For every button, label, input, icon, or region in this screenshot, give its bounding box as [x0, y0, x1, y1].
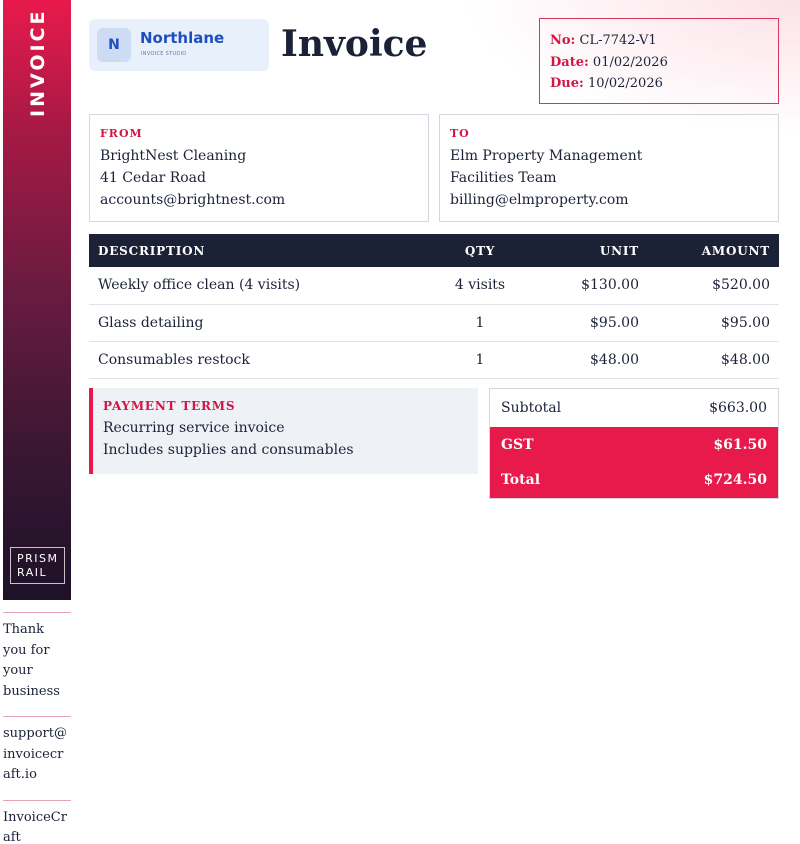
payment-terms: PAYMENT TERMS Recurring service invoice … — [89, 388, 478, 474]
invoice-number-row: No: CL-7742-V1 — [550, 30, 768, 52]
tax-row: GST $61.50 — [489, 426, 779, 463]
rail-title: INVOICE — [27, 8, 49, 118]
item-unit-price: $95.00 — [541, 304, 648, 342]
rail-brand-badge: PRISM RAIL — [10, 547, 65, 584]
totals-table: Subtotal $663.00 GST $61.50 Total $724.5… — [489, 388, 779, 499]
subtotal-label: Subtotal — [489, 388, 632, 427]
item-amount: $520.00 — [648, 267, 779, 305]
to-party: TO Elm Property Management Facilities Te… — [439, 114, 779, 222]
item-description: Consumables restock — [89, 341, 419, 379]
table-row: Weekly office clean (4 visits) 4 visits … — [89, 267, 779, 305]
item-unit-price: $48.00 — [541, 341, 648, 379]
payment-terms-line: Includes supplies and consumables — [103, 442, 354, 458]
tax-label: GST — [489, 426, 632, 463]
thank-you-note: Thank you for your business — [3, 612, 71, 716]
item-qty: 1 — [419, 341, 541, 379]
from-party: FROM BrightNest Cleaning 41 Cedar Road a… — [89, 114, 429, 222]
item-amount: $48.00 — [648, 341, 779, 379]
invoice-number-label: No: — [550, 33, 576, 48]
footer-brand: InvoiceCraft — [3, 799, 71, 844]
payment-terms-label: PAYMENT TERMS — [103, 399, 236, 413]
total-row: Total $724.50 — [489, 462, 779, 499]
invoice-date-row: Date: 01/02/2026 — [550, 52, 768, 74]
to-email: billing@elmproperty.com — [450, 192, 629, 208]
item-description: Glass detailing — [89, 304, 419, 342]
item-qty: 4 visits — [419, 267, 541, 305]
total-label: Total — [489, 462, 632, 499]
invoice-due-date: 10/02/2026 — [587, 76, 663, 91]
from-name: BrightNest Cleaning — [100, 148, 247, 164]
invoice-date-label: Date: — [550, 54, 589, 70]
tax-value: $61.50 — [631, 426, 779, 463]
item-unit-price: $130.00 — [541, 267, 648, 305]
subtotal-row: Subtotal $663.00 — [489, 388, 779, 427]
item-amount: $95.00 — [648, 304, 779, 342]
item-description: Weekly office clean (4 visits) — [89, 267, 419, 305]
subtotal-value: $663.00 — [631, 388, 779, 427]
to-label: TO — [450, 127, 470, 140]
logo-initial-icon: N — [97, 28, 131, 62]
to-department: Facilities Team — [450, 170, 557, 186]
to-name: Elm Property Management — [450, 148, 643, 164]
from-address: 41 Cedar Road — [100, 170, 206, 186]
side-rail: INVOICE PRISM RAIL — [3, 0, 71, 600]
rail-brand-line: PRISM — [17, 552, 59, 565]
logo-tagline: INVOICE STUDIO — [141, 51, 187, 57]
total-value: $724.50 — [631, 462, 779, 499]
from-email: accounts@brightnest.com — [100, 192, 286, 208]
column-header-amount: AMOUNT — [648, 234, 779, 267]
invoice-due-label: Due: — [550, 76, 584, 91]
invoice-number: CL-7742-V1 — [579, 33, 657, 48]
page-title: Invoice — [281, 23, 428, 65]
company-logo: N Northlane INVOICE STUDIO — [89, 19, 269, 71]
invoice-due-row: Due: 10/02/2026 — [550, 73, 768, 95]
invoice-date: 01/02/2026 — [592, 54, 668, 70]
table-row: Glass detailing 1 $95.00 $95.00 — [89, 304, 779, 342]
column-header-qty: QTY — [419, 234, 541, 267]
logo-name: Northlane — [140, 29, 225, 47]
column-header-description: DESCRIPTION — [89, 234, 419, 267]
item-qty: 1 — [419, 304, 541, 342]
table-row: Consumables restock 1 $48.00 $48.00 — [89, 341, 779, 379]
payment-terms-line: Recurring service invoice — [103, 420, 285, 436]
table-header-row: DESCRIPTION QTY UNIT AMOUNT — [89, 234, 779, 267]
from-label: FROM — [100, 127, 143, 140]
support-email: support@invoicecraft.io — [3, 716, 71, 800]
invoice-meta: No: CL-7742-V1 Date: 01/02/2026 Due: 10/… — [539, 18, 779, 104]
side-notes: Thank you for your business support@invo… — [3, 612, 71, 844]
column-header-unit: UNIT — [541, 234, 648, 267]
rail-brand-line: RAIL — [17, 566, 48, 579]
line-items-table: DESCRIPTION QTY UNIT AMOUNT Weekly offic… — [89, 234, 779, 379]
